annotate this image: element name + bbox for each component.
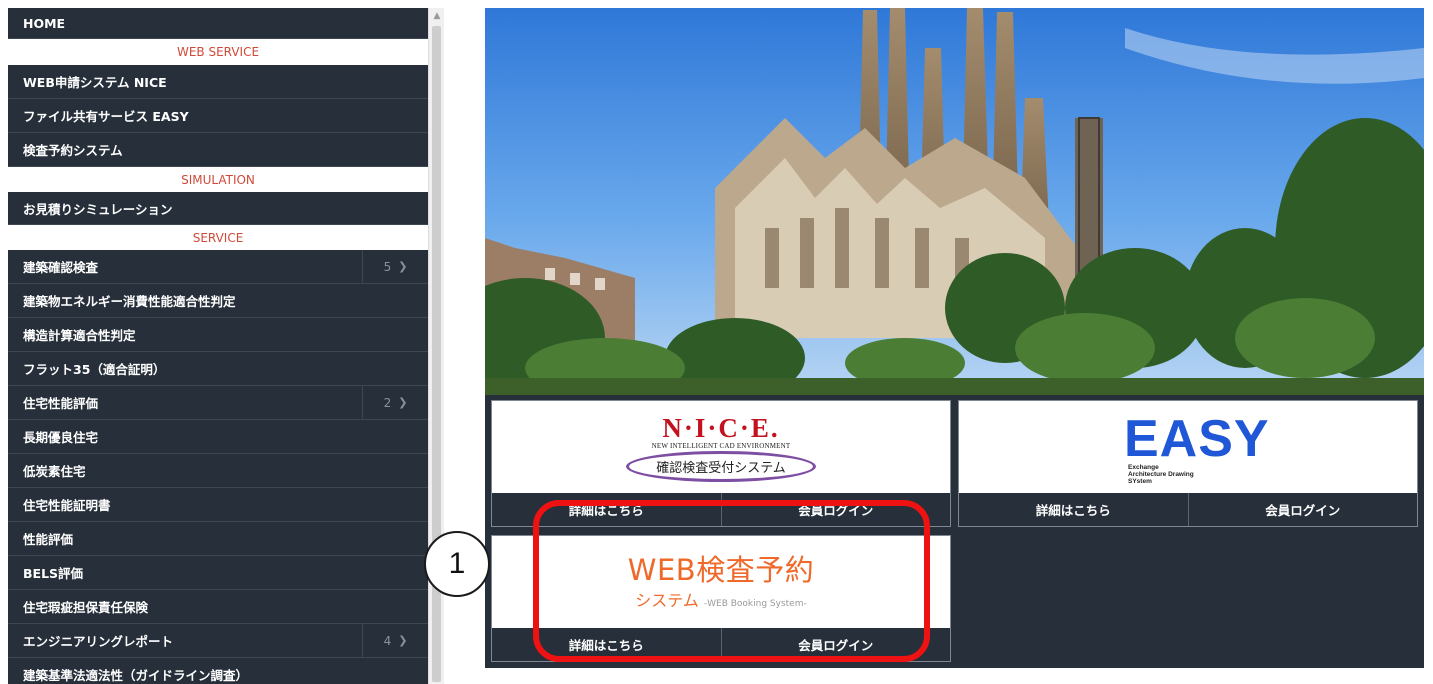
chevron-right-icon: ❯ xyxy=(398,634,408,647)
nav-item-label: 検査予約システム xyxy=(23,143,123,158)
nav-item-structural-calculation[interactable]: 構造計算適合性判定 xyxy=(8,318,428,352)
easy-card: EASY Exchange Architecture Drawing SYste… xyxy=(958,400,1418,527)
web-booking-logo-sub-en: -WEB Booking System- xyxy=(703,598,807,609)
nav-item-engineering-report[interactable]: エンジニアリングレポート 4 ❯ xyxy=(8,624,428,658)
nav-section-web-service: WEB SERVICE xyxy=(8,39,428,65)
easy-details-button[interactable]: 詳細はこちら xyxy=(959,493,1188,526)
nav-section-service: SERVICE xyxy=(8,225,428,250)
web-booking-logo-title: WEB検査予約 xyxy=(627,552,815,587)
nav-item-building-code-compliance[interactable]: 建築基準法適法性（ガイドライン調査） xyxy=(8,658,428,684)
nav-item-label: WEB申請システム NICE xyxy=(23,75,167,90)
chevron-right-icon: ❯ xyxy=(398,260,408,273)
nav-item-label: お見積りシミュレーション xyxy=(23,201,173,217)
main-panel: N·I·C·E. NEW INTELLIGENT CAD ENVIRONMENT… xyxy=(485,8,1424,668)
nav-item-housing-certificate[interactable]: 住宅性能証明書 xyxy=(8,488,428,522)
nav-item-estimate-simulation[interactable]: お見積りシミュレーション xyxy=(8,192,428,225)
annotation-number: 1 xyxy=(448,547,466,580)
web-booking-logo-subtitle: システム -WEB Booking System- xyxy=(635,587,806,611)
nav-item-label: フラット35（適合証明） xyxy=(23,362,166,377)
easy-card-buttons: 詳細はこちら 会員ログイン xyxy=(959,493,1417,526)
submenu-toggle[interactable]: 2 ❯ xyxy=(362,386,428,419)
nav-item-label: 建築確認検査 xyxy=(23,260,99,275)
nav-item-performance-evaluation[interactable]: 性能評価 xyxy=(8,522,428,556)
easy-logo-mark: EASY xyxy=(1124,410,1270,468)
sidebar-nav: HOME WEB SERVICE WEB申請システム NICE ファイル共有サー… xyxy=(8,8,428,684)
nav-item-inspection-booking[interactable]: 検査予約システム xyxy=(8,133,428,167)
web-booking-login-button[interactable]: 会員ログイン xyxy=(720,628,951,661)
annotation-number-badge: 1 xyxy=(424,531,490,597)
nav-item-home[interactable]: HOME xyxy=(8,8,428,39)
easy-logo-wrap: EASY Exchange Architecture Drawing SYste… xyxy=(1098,407,1278,487)
nav-item-easy[interactable]: ファイル共有サービス EASY xyxy=(8,99,428,133)
web-booking-logo-sub: システム xyxy=(635,590,699,610)
nav-section-label: SERVICE xyxy=(192,230,244,245)
nav-item-long-life-housing[interactable]: 長期優良住宅 xyxy=(8,420,428,454)
nav-section-simulation: SIMULATION xyxy=(8,167,428,192)
nav-item-label: 住宅瑕疵担保責任保険 xyxy=(23,600,149,615)
nav-item-label: エンジニアリングレポート xyxy=(23,634,174,649)
nav-item-label: 住宅性能証明書 xyxy=(23,498,111,513)
nav-item-bels[interactable]: BELS評価 xyxy=(8,556,428,590)
nice-logo-mark: N·I·C·E. xyxy=(662,413,780,443)
chevron-right-icon: ❯ xyxy=(398,396,408,409)
submenu-count: 4 xyxy=(383,633,392,648)
nav-item-flat35[interactable]: フラット35（適合証明） xyxy=(8,352,428,386)
nav-item-label: 低炭素住宅 xyxy=(23,464,86,479)
nav-item-label: ファイル共有サービス EASY xyxy=(23,109,189,124)
web-booking-details-button[interactable]: 詳細はこちら xyxy=(492,628,721,661)
nice-logo[interactable]: N·I·C·E. NEW INTELLIGENT CAD ENVIRONMENT… xyxy=(492,401,950,493)
nice-logo-caption: 確認検査受付システム xyxy=(656,461,786,476)
nav-section-label: WEB SERVICE xyxy=(176,45,260,59)
submenu-count: 2 xyxy=(383,395,392,410)
easy-logo-sub-2: Architecture Drawing xyxy=(1128,471,1194,478)
nice-logo-subtitle: NEW INTELLIGENT CAD ENVIRONMENT xyxy=(651,442,791,450)
nav-item-housing-performance[interactable]: 住宅性能評価 2 ❯ xyxy=(8,386,428,420)
nice-details-button[interactable]: 詳細はこちら xyxy=(492,493,721,526)
cathedral-illustration xyxy=(485,8,1424,395)
easy-logo[interactable]: EASY Exchange Architecture Drawing SYste… xyxy=(959,401,1417,493)
easy-logo-sub-1: Exchange xyxy=(1128,464,1159,471)
submenu-toggle[interactable]: 5 ❯ xyxy=(362,250,428,283)
web-booking-card-buttons: 詳細はこちら 会員ログイン xyxy=(492,628,950,661)
nice-card: N·I·C·E. NEW INTELLIGENT CAD ENVIRONMENT… xyxy=(491,400,951,527)
nav-item-label: 建築基準法適法性（ガイドライン調査） xyxy=(23,668,249,683)
submenu-count: 5 xyxy=(383,259,392,274)
hero-image xyxy=(485,8,1424,395)
nav-item-label: 長期優良住宅 xyxy=(23,430,99,445)
nav-item-label: BELS評価 xyxy=(23,566,84,581)
nav-section-label: SIMULATION xyxy=(181,172,255,187)
nice-card-buttons: 詳細はこちら 会員ログイン xyxy=(492,493,950,526)
nav-item-defect-insurance[interactable]: 住宅瑕疵担保責任保険 xyxy=(8,590,428,624)
nav-item-label: HOME xyxy=(23,15,66,31)
nav-item-label: 建築物エネルギー消費性能適合性判定 xyxy=(23,294,236,309)
nav-item-low-carbon-housing[interactable]: 低炭素住宅 xyxy=(8,454,428,488)
nav-item-nice[interactable]: WEB申請システム NICE xyxy=(8,65,428,99)
nice-login-button[interactable]: 会員ログイン xyxy=(720,493,951,526)
nav-item-label: 構造計算適合性判定 xyxy=(23,328,136,343)
submenu-toggle[interactable]: 4 ❯ xyxy=(362,624,428,657)
nav-item-label: 性能評価 xyxy=(23,532,74,547)
easy-logo-sub-3: SYstem xyxy=(1128,478,1152,485)
nav-item-energy-conformity[interactable]: 建築物エネルギー消費性能適合性判定 xyxy=(8,284,428,318)
nice-logo-ellipse: 確認検査受付システム xyxy=(626,451,816,482)
web-booking-card: WEB検査予約 システム -WEB Booking System- 詳細はこちら… xyxy=(491,535,951,662)
web-booking-logo[interactable]: WEB検査予約 システム -WEB Booking System- xyxy=(492,536,950,628)
scroll-up-arrow-icon[interactable]: ▲ xyxy=(429,8,445,24)
easy-login-button[interactable]: 会員ログイン xyxy=(1187,493,1418,526)
easy-logo-subtitle: Exchange Architecture Drawing SYstem xyxy=(1128,464,1194,485)
nav-item-label: 住宅性能評価 xyxy=(23,396,99,411)
nav-item-building-confirmation[interactable]: 建築確認検査 5 ❯ xyxy=(8,250,428,284)
